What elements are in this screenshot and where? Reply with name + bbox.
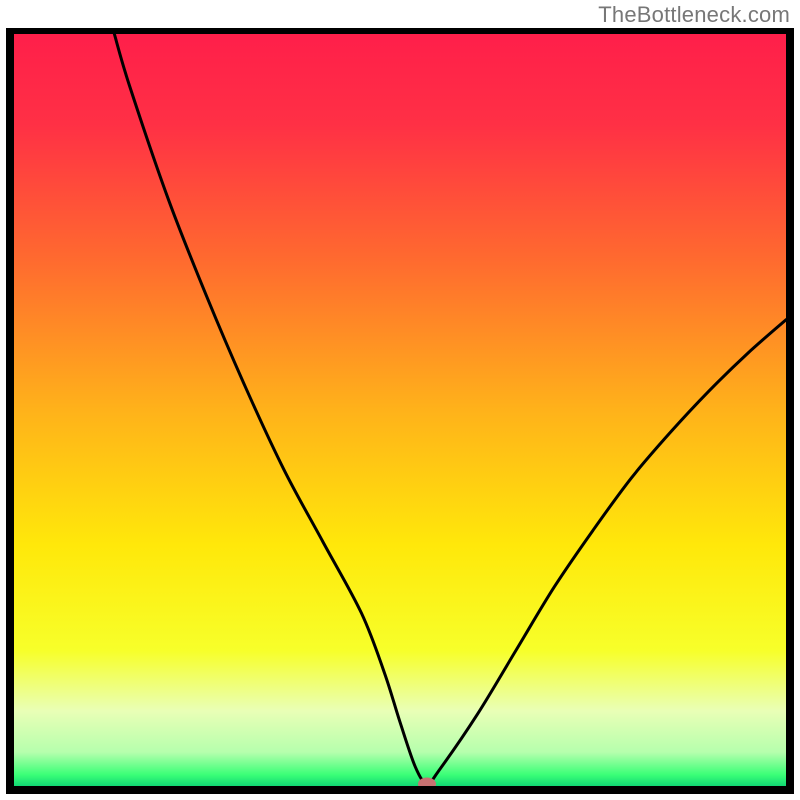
chart-svg — [14, 34, 786, 786]
watermark-text: TheBottleneck.com — [598, 2, 790, 28]
figure: TheBottleneck.com — [0, 0, 800, 800]
gradient-bg — [14, 34, 786, 786]
minimum-marker — [418, 777, 436, 786]
chart-frame — [6, 28, 794, 794]
plot-area — [14, 34, 786, 786]
